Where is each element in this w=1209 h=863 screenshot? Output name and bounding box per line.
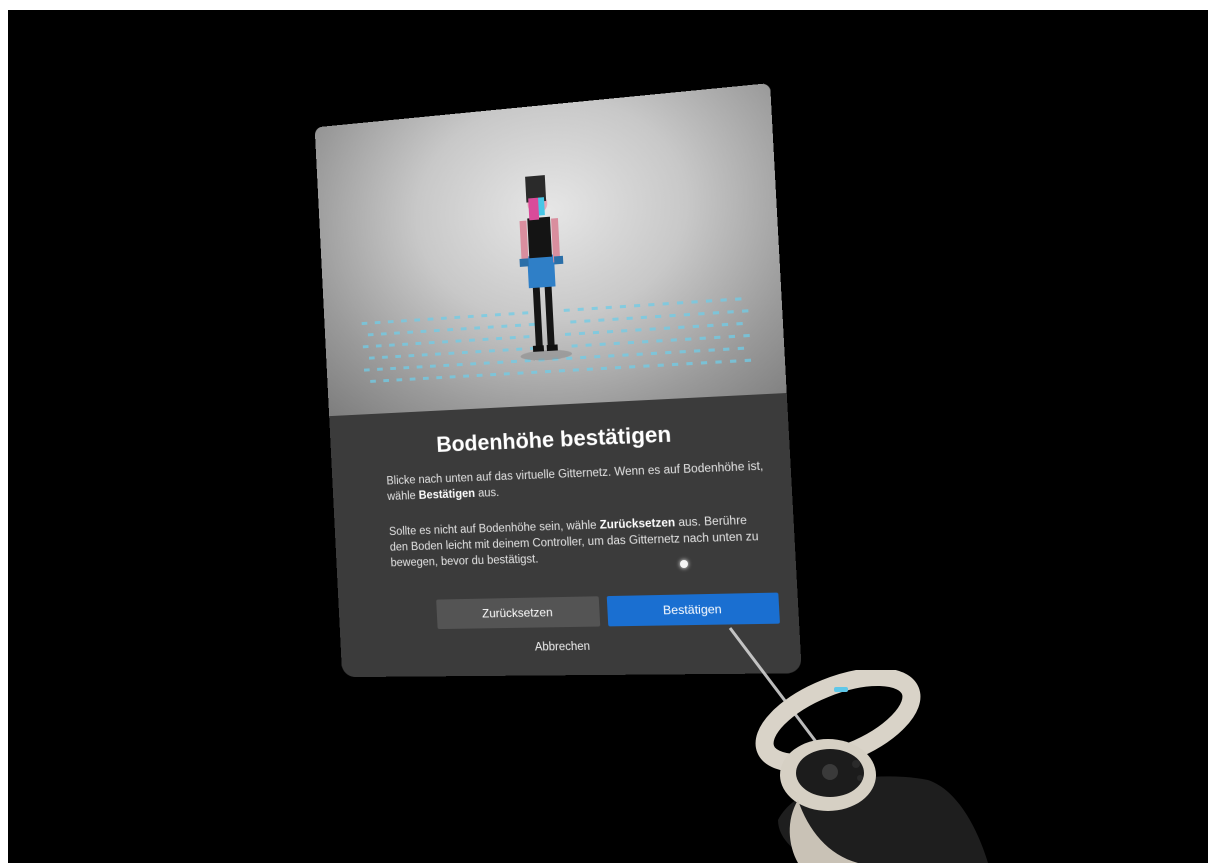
vr-scene: Bodenhöhe bestätigen Blicke nach unten a…	[8, 10, 1208, 863]
pointer-ray	[8, 10, 1208, 863]
pointer-dot-icon	[680, 560, 688, 568]
vr-controller-icon	[738, 670, 998, 863]
